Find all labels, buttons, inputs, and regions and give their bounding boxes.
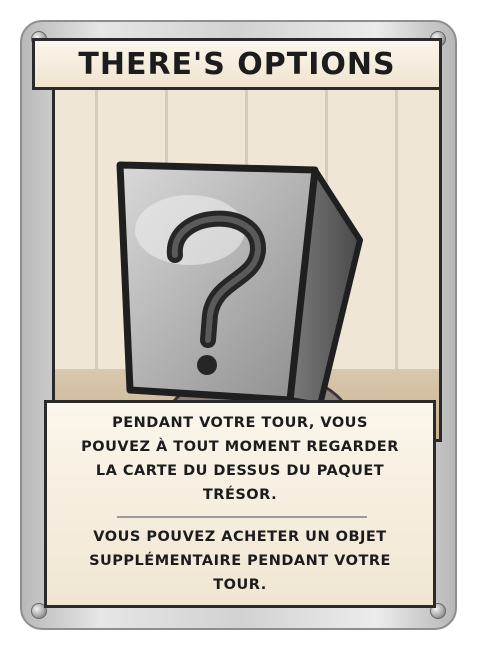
effect-paragraph-1: PENDANT VOTRE TOUR, VOUS POUVEZ À TOUT M… — [81, 415, 399, 503]
question-mark-box-icon — [116, 161, 363, 408]
card-artwork — [52, 87, 442, 442]
effect-paragraph-2: VOUS POUVEZ ACHETER UN OBJET SUPPLÉMENTA… — [89, 529, 391, 593]
effect-divider — [117, 516, 367, 518]
card-effect-box: PENDANT VOTRE TOUR, VOUS POUVEZ À TOUT M… — [44, 400, 436, 608]
card-title: THERE'S OPTIONS — [78, 46, 396, 82]
treasure-card[interactable]: THERE'S OPTIONS PENDANT VOTRE TOUR, VOUS… — [20, 20, 457, 630]
card-title-banner: THERE'S OPTIONS — [32, 38, 442, 90]
